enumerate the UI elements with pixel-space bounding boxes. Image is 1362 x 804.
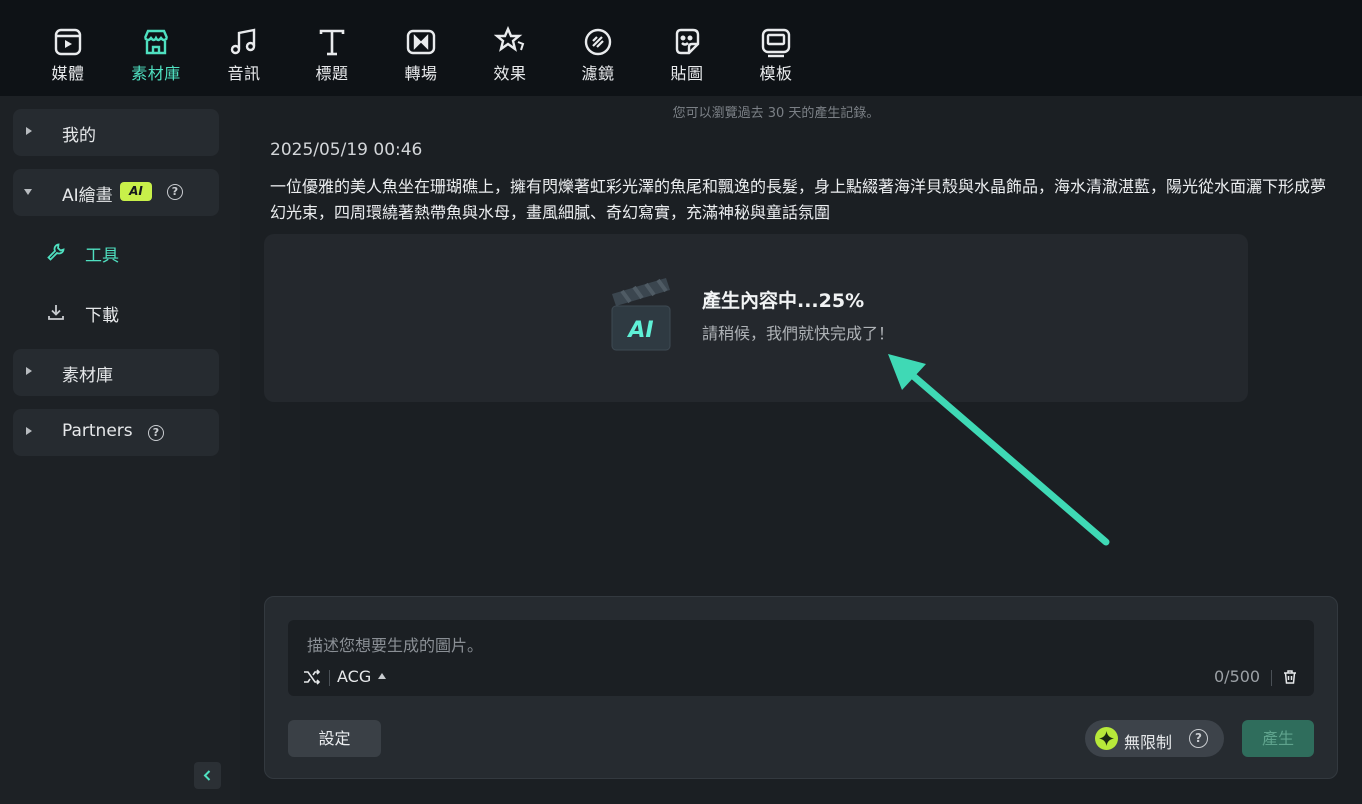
help-icon[interactable]: ?	[1189, 729, 1208, 748]
tab-filters[interactable]: 濾鏡	[560, 26, 636, 88]
shuffle-icon[interactable]	[303, 669, 321, 685]
tab-filters-label: 濾鏡	[581, 64, 615, 83]
tab-transitions-label: 轉場	[404, 64, 438, 83]
sticker-icon	[675, 28, 700, 55]
caret-down-icon	[24, 189, 32, 195]
top-toolbar: 媒體 素材庫 音訊 標題 轉場 效果 濾鏡 貼圖 模板	[0, 0, 1362, 96]
tab-templates-label: 模板	[759, 64, 793, 83]
tab-effects[interactable]: 效果	[472, 26, 548, 88]
music-note-icon	[230, 28, 256, 55]
caret-right-icon	[26, 427, 32, 435]
ai-badge: AI	[120, 182, 152, 201]
tab-stickers[interactable]: 貼圖	[649, 26, 725, 88]
sparkle-icon	[1095, 727, 1118, 750]
prompt-input[interactable]: 描述您想要生成的圖片。 ACG 0/500	[288, 620, 1314, 696]
generate-button[interactable]: 產生	[1242, 720, 1314, 757]
tab-media-label: 媒體	[51, 64, 85, 83]
tab-effects-label: 效果	[493, 64, 527, 83]
sidebar-item-library[interactable]: 素材庫	[13, 349, 219, 396]
caret-right-icon	[26, 127, 32, 135]
sidebar-item-ai-drawing[interactable]: AI繪畫 AI ?	[13, 169, 219, 216]
chevron-left-icon	[203, 770, 211, 781]
trash-icon[interactable]	[1282, 669, 1298, 685]
tab-audio-label: 音訊	[227, 64, 261, 83]
main-panel: 您可以瀏覽過去 30 天的產生記錄。 2025/05/19 00:46 一位優雅…	[240, 96, 1362, 804]
sidebar-item-partners[interactable]: Partners ?	[13, 409, 219, 456]
sidebar: 我的 AI繪畫 AI ? 工具 下載 素材庫 Partners ?	[0, 96, 240, 804]
help-icon[interactable]: ?	[167, 184, 183, 200]
sidebar-item-download-label: 下載	[85, 306, 119, 326]
tab-templates[interactable]: 模板	[738, 26, 814, 88]
history-note: 您可以瀏覽過去 30 天的產生記錄。	[672, 106, 880, 121]
text-t-icon	[319, 29, 345, 56]
prompt-placeholder: 描述您想要生成的圖片。	[307, 636, 484, 655]
unlimited-credits-button[interactable]: 無限制 ?	[1085, 720, 1224, 757]
download-icon	[48, 305, 64, 320]
tab-stickers-label: 貼圖	[670, 64, 704, 83]
sidebar-item-ai-drawing-label: AI繪畫	[62, 186, 113, 206]
tab-media[interactable]: 媒體	[30, 26, 106, 88]
tab-titles[interactable]: 標題	[294, 26, 370, 88]
template-icon	[761, 28, 791, 58]
wrench-icon	[47, 243, 65, 261]
filter-icon	[584, 28, 612, 56]
style-dropdown-value: ACG	[337, 667, 372, 686]
sidebar-item-tools-label: 工具	[85, 246, 119, 266]
collapse-sidebar-button[interactable]	[194, 762, 221, 789]
tab-titles-label: 標題	[315, 64, 349, 83]
ai-clapperboard-icon: AI	[611, 278, 671, 351]
annotation-arrow	[888, 354, 1110, 546]
generating-status: 產生內容中...25%	[702, 290, 865, 312]
sidebar-item-mine[interactable]: 我的	[13, 109, 219, 156]
tab-transitions[interactable]: 轉場	[383, 26, 459, 88]
sidebar-item-library-label: 素材庫	[62, 366, 113, 386]
sidebar-item-partners-label: Partners	[62, 421, 133, 441]
tab-library-label: 素材庫	[131, 64, 181, 83]
store-icon	[143, 29, 169, 55]
settings-button[interactable]: 設定	[288, 720, 381, 757]
media-icon	[54, 28, 82, 56]
caret-up-icon	[378, 673, 387, 679]
help-icon[interactable]: ?	[148, 425, 164, 441]
timestamp: 2025/05/19 00:46	[270, 140, 423, 160]
divider	[1271, 670, 1272, 686]
prompt-text: 一位優雅的美人魚坐在珊瑚礁上，擁有閃爍著虹彩光澤的魚尾和飄逸的長髮，身上點綴著海…	[270, 177, 1327, 222]
divider	[329, 670, 330, 686]
caret-right-icon	[26, 367, 32, 375]
sidebar-item-mine-label: 我的	[62, 126, 96, 146]
tab-library[interactable]: 素材庫	[118, 26, 194, 88]
char-counter: 0/500	[1214, 667, 1261, 686]
generating-subtext: 請稍候，我們就快完成了！	[702, 324, 895, 343]
transition-icon	[406, 29, 436, 55]
unlimited-label: 無限制	[1124, 733, 1173, 752]
tab-audio[interactable]: 音訊	[206, 26, 282, 88]
clapper-ai-label: AI	[626, 318, 653, 343]
style-dropdown[interactable]: ACG	[337, 667, 387, 686]
effects-star-icon	[494, 26, 525, 52]
prompt-composer: 描述您想要生成的圖片。 ACG 0/500 設定 無限制 ? 產生	[264, 596, 1338, 779]
